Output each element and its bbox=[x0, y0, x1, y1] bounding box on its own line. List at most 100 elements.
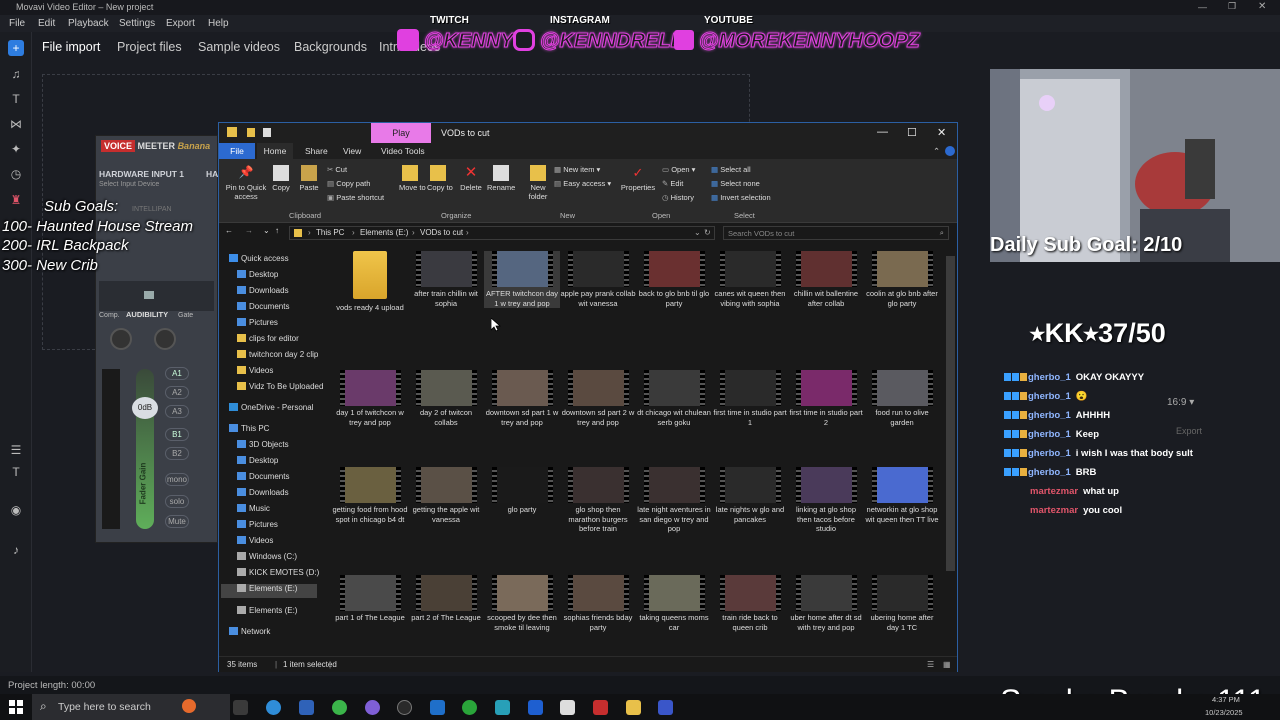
nav-item[interactable]: Music bbox=[237, 504, 270, 518]
open-button[interactable]: ▭ Open ▾ bbox=[662, 165, 695, 174]
breadcrumb-this-pc[interactable]: This PC bbox=[316, 228, 344, 237]
intellipan-area[interactable]: INTELLIPAN bbox=[99, 206, 214, 311]
nav-item[interactable]: Vidz To Be Uploaded bbox=[237, 382, 323, 396]
b2-button[interactable]: B2 bbox=[165, 447, 189, 460]
movavi-icon[interactable] bbox=[528, 700, 543, 715]
a1-button[interactable]: A1 bbox=[165, 367, 189, 380]
video-file-item[interactable]: coolin at glo bnb after glo party bbox=[864, 251, 940, 308]
video-file-item[interactable]: apple pay prank collab wit vanessa bbox=[560, 251, 636, 308]
a2-button[interactable]: A2 bbox=[165, 386, 189, 399]
add-icon[interactable]: + bbox=[8, 40, 24, 56]
video-file-item[interactable]: dt chicago wit chulean serb goku bbox=[636, 370, 712, 427]
video-file-item[interactable]: glo shop then marathon burgers before tr… bbox=[560, 467, 636, 534]
audio-track-icon[interactable]: ♪ bbox=[8, 542, 24, 558]
video-file-item[interactable]: day 1 of twitchcon w trey and pop bbox=[332, 370, 408, 427]
mute-button[interactable]: Mute bbox=[165, 515, 189, 528]
nav-item[interactable]: Desktop bbox=[237, 270, 278, 284]
tab-home[interactable]: Home bbox=[257, 143, 293, 159]
explorer-close-icon[interactable]: ✕ bbox=[937, 126, 946, 139]
tab-view[interactable]: View bbox=[343, 146, 361, 156]
solo-button[interactable]: solo bbox=[165, 495, 189, 508]
close-icon[interactable]: ✕ bbox=[1258, 1, 1266, 12]
video-file-item[interactable]: scooped by dee then smoke til leaving bbox=[484, 575, 560, 632]
search-box[interactable]: Search VODs to cut ⌕ bbox=[723, 226, 949, 240]
video-file-item[interactable]: downtown sd part 1 w trey and pop bbox=[484, 370, 560, 427]
menu-edit[interactable]: Edit bbox=[38, 18, 55, 29]
menu-export[interactable]: Export bbox=[166, 18, 195, 29]
nav-item[interactable]: OneDrive - Personal bbox=[229, 403, 313, 417]
video-file-item[interactable]: ubering home after day 1 TC bbox=[864, 575, 940, 632]
breadcrumb-elements[interactable]: Elements (E:) bbox=[360, 228, 408, 237]
delete-button[interactable]: ✕ Delete bbox=[459, 165, 483, 193]
video-file-item[interactable]: getting the apple wit vanessa bbox=[408, 467, 484, 524]
properties-qat-icon[interactable] bbox=[263, 128, 271, 137]
video-file-item[interactable]: chillin wit ballentine after collab bbox=[788, 251, 864, 308]
quick-access-folder-icon[interactable] bbox=[247, 128, 255, 137]
video-file-item[interactable]: linking at glo shop then tacos before st… bbox=[788, 467, 864, 534]
aspect-ratio-select[interactable]: 16:9 ▾ bbox=[1167, 397, 1194, 408]
minimize-icon[interactable]: — bbox=[1198, 2, 1207, 12]
tab-project-files[interactable]: Project files bbox=[117, 40, 182, 54]
video-file-item[interactable]: first time in studio part 1 bbox=[712, 370, 788, 427]
tab-file-import[interactable]: File import bbox=[42, 40, 100, 54]
nav-item[interactable]: Videos bbox=[237, 536, 273, 550]
tab-video-tools[interactable]: Video Tools bbox=[381, 146, 425, 156]
obs-icon[interactable] bbox=[397, 700, 412, 715]
video-file-item[interactable]: AFTER twitchcon day 1 w trey and pop bbox=[484, 251, 560, 308]
select-input-device[interactable]: Select Input Device bbox=[99, 181, 159, 188]
cut-button[interactable]: ✂ Cut bbox=[327, 165, 347, 174]
outlook-icon[interactable] bbox=[430, 700, 445, 715]
ribbon-collapse-icon[interactable]: ⌃ bbox=[933, 146, 940, 157]
folder-item[interactable]: vods ready 4 upload bbox=[332, 251, 408, 313]
menu-help[interactable]: Help bbox=[208, 18, 229, 29]
video-file-item[interactable]: downtown sd part 2 w trey and pop bbox=[560, 370, 636, 427]
app-icon[interactable] bbox=[495, 700, 510, 715]
nav-item[interactable]: Desktop bbox=[237, 456, 278, 470]
mono-button[interactable]: mono bbox=[165, 473, 189, 486]
select-none-button[interactable]: ▦ Select none bbox=[711, 179, 760, 188]
copy-path-button[interactable]: ▤ Copy path bbox=[327, 179, 370, 188]
video-file-item[interactable]: taking queens moms car bbox=[636, 575, 712, 632]
history-button[interactable]: ◷ History bbox=[662, 193, 694, 202]
discord-icon[interactable] bbox=[365, 700, 380, 715]
up-icon[interactable]: ↑ bbox=[275, 226, 279, 235]
magic-icon[interactable]: ✦ bbox=[8, 141, 24, 157]
recent-locations-icon[interactable]: ⌄ bbox=[263, 226, 270, 235]
transition-icon[interactable]: ⋈ bbox=[8, 116, 24, 132]
invert-selection-button[interactable]: ▦ Invert selection bbox=[711, 193, 771, 202]
menu-file[interactable]: File bbox=[9, 18, 25, 29]
explorer-maximize-icon[interactable]: ☐ bbox=[907, 126, 917, 139]
nav-item[interactable]: Downloads bbox=[237, 286, 289, 300]
nav-item[interactable]: 3D Objects bbox=[237, 440, 289, 454]
move-to-button[interactable]: Move to bbox=[399, 165, 426, 192]
video-file-item[interactable]: train ride back to queen crib bbox=[712, 575, 788, 632]
new-item-button[interactable]: ▦ New item ▾ bbox=[554, 165, 600, 174]
fader-track[interactable]: 0dB Fader Gain bbox=[132, 369, 158, 529]
menu-playback[interactable]: Playback bbox=[68, 18, 109, 29]
maximize-icon[interactable]: ❐ bbox=[1228, 1, 1236, 12]
nav-item[interactable]: Windows (C:) bbox=[237, 552, 297, 566]
editor-icon[interactable] bbox=[658, 700, 673, 715]
edit-button[interactable]: ✎ Edit bbox=[662, 179, 683, 188]
video-file-item[interactable]: first time in studio part 2 bbox=[788, 370, 864, 427]
paste-shortcut-button[interactable]: ▣ Paste shortcut bbox=[327, 193, 384, 202]
windows-start-icon[interactable] bbox=[8, 699, 24, 715]
explorer-minimize-icon[interactable]: — bbox=[877, 126, 888, 138]
copy-button[interactable]: Copy bbox=[271, 165, 291, 192]
refresh-icon[interactable]: ↻ bbox=[704, 228, 711, 237]
video-file-item[interactable]: part 1 of The League bbox=[332, 575, 408, 623]
tab-share[interactable]: Share bbox=[305, 146, 328, 156]
video-file-item[interactable]: late night aventures in san diego w trey… bbox=[636, 467, 712, 534]
video-file-item[interactable]: glo party bbox=[484, 467, 560, 515]
tab-backgrounds[interactable]: Backgrounds bbox=[294, 40, 367, 54]
video-file-item[interactable]: networkin at glo shop wit queen then TT … bbox=[864, 467, 940, 524]
address-dropdown-icon[interactable]: ⌄ bbox=[694, 228, 701, 237]
help-icon[interactable] bbox=[945, 146, 955, 156]
nav-item[interactable]: Elements (E:) bbox=[237, 606, 297, 620]
nav-item[interactable]: twitchcon day 2 clip bbox=[237, 350, 318, 364]
file-explorer-icon[interactable] bbox=[626, 700, 641, 715]
copy-to-button[interactable]: Copy to bbox=[427, 165, 453, 192]
new-folder-button[interactable]: New folder bbox=[524, 165, 552, 201]
breadcrumb-vods[interactable]: VODs to cut bbox=[420, 228, 463, 237]
menu-settings[interactable]: Settings bbox=[119, 18, 155, 29]
